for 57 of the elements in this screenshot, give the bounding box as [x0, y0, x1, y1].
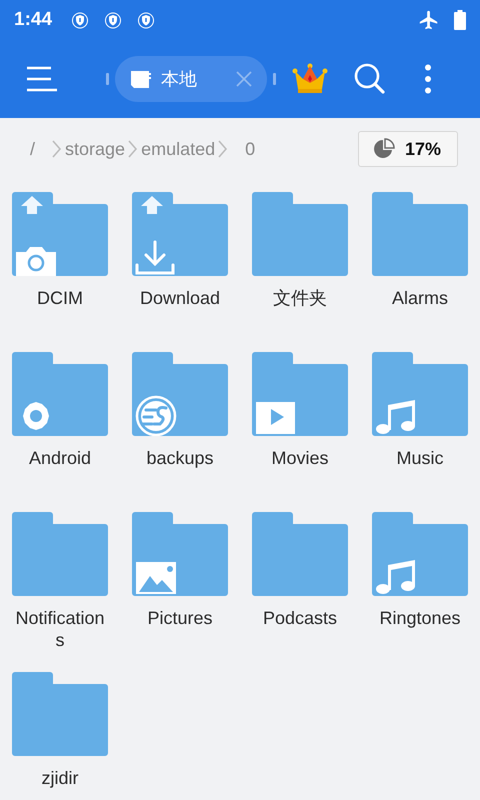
folder-name: backups	[145, 447, 215, 469]
folder-icon[interactable]	[372, 512, 468, 596]
breadcrumb-item[interactable]: emulated	[141, 138, 216, 160]
folder-name: Music	[395, 447, 444, 469]
folder-icon[interactable]	[12, 352, 108, 436]
chevron-icon	[52, 139, 62, 159]
storage-percent: 17%	[404, 138, 441, 160]
folder-name: zjidir	[40, 767, 80, 789]
crown-icon[interactable]	[292, 63, 328, 95]
folder-name: Alarms	[390, 287, 449, 309]
folder-icon[interactable]	[12, 192, 108, 276]
folder-icon[interactable]	[12, 672, 108, 756]
folder-name: Notifications	[14, 607, 106, 651]
shield-icon	[72, 12, 88, 28]
folder-name: Movies	[270, 447, 330, 469]
music-note-icon	[376, 400, 415, 434]
logo-icon	[136, 396, 176, 436]
folder-icon[interactable]	[252, 512, 348, 596]
airplane-icon	[418, 9, 440, 31]
folder-name: Download	[138, 287, 222, 309]
close-icon[interactable]	[235, 70, 253, 88]
video-icon	[256, 402, 295, 434]
folder-icon[interactable]	[252, 352, 348, 436]
image-icon	[136, 562, 176, 594]
chevron-icon	[128, 139, 138, 159]
pie-chart-icon	[372, 138, 395, 160]
folder-name: Android	[28, 447, 92, 469]
folder-name: DCIM	[36, 287, 84, 309]
folder-icon[interactable]	[372, 352, 468, 436]
folder-name: Pictures	[146, 607, 214, 629]
shield-icon	[105, 12, 122, 28]
folder-name: 文件夹	[272, 287, 328, 309]
download-icon	[136, 240, 174, 274]
sd-card-icon	[131, 70, 153, 88]
camera-icon	[16, 247, 56, 276]
gear-icon	[23, 402, 49, 430]
breadcrumb-item[interactable]: storage	[65, 138, 126, 160]
storage-tab[interactable]: 本地	[115, 56, 267, 102]
chevron-icon	[218, 139, 228, 159]
folder-icon[interactable]	[372, 192, 468, 276]
folder-icon[interactable]	[132, 352, 228, 436]
folder-name: Ringtones	[378, 607, 462, 629]
folder-icon[interactable]	[132, 512, 228, 596]
breadcrumb-item[interactable]: /	[30, 138, 36, 160]
folder-icon[interactable]	[132, 192, 228, 276]
folder-name: Podcasts	[262, 607, 338, 629]
breadcrumb-item[interactable]: 0	[245, 138, 256, 160]
folder-icon[interactable]	[12, 512, 108, 596]
folder-icon[interactable]	[252, 192, 348, 276]
more-icon[interactable]	[424, 64, 432, 94]
search-icon[interactable]	[354, 63, 386, 95]
shield-icon	[138, 12, 154, 28]
battery-icon	[454, 10, 466, 30]
status-time: 1:44	[14, 9, 52, 31]
menu-icon[interactable]	[26, 65, 58, 93]
storage-usage-badge[interactable]: 17%	[358, 131, 458, 167]
music-note-icon	[376, 560, 415, 594]
